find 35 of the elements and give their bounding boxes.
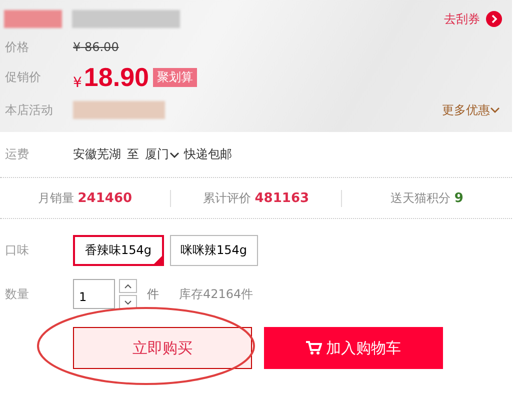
- shipping-method: 快递包邮: [184, 146, 232, 163]
- buy-now-button[interactable]: 立即购买: [73, 327, 252, 369]
- cart-icon: [306, 341, 322, 355]
- chevron-down-icon: [490, 106, 500, 114]
- chevron-down-icon: [169, 150, 180, 158]
- flavor-option[interactable]: 香辣味154g: [73, 234, 164, 266]
- field-label: 运费: [4, 146, 30, 163]
- to-text: 至: [127, 146, 139, 163]
- chevron-right-icon: [486, 11, 502, 27]
- unit-text: 件: [147, 286, 159, 302]
- chevron-down-icon: [124, 300, 132, 304]
- blurred-block: [4, 10, 62, 28]
- destination-dropdown[interactable]: 厦门: [145, 146, 180, 163]
- promo-price: 18.90: [84, 62, 149, 92]
- origin-text: 安徽芜湖: [73, 146, 121, 163]
- add-to-cart-button[interactable]: 加入购物车: [264, 327, 443, 369]
- field-label: 口味: [4, 242, 30, 258]
- original-price: ¥ 86.00: [73, 40, 119, 54]
- quantity-input[interactable]: 1: [73, 279, 115, 309]
- coupon-link[interactable]: 去刮券: [444, 10, 502, 28]
- promo-badge: 聚划算: [153, 68, 197, 86]
- chevron-up-icon: [124, 284, 132, 288]
- increment-button[interactable]: [119, 279, 137, 293]
- stat-text: 累计评价 481163: [170, 190, 341, 206]
- currency-symbol: ¥: [73, 75, 82, 93]
- field-label: 价格: [4, 38, 30, 56]
- decrement-button[interactable]: [119, 295, 137, 309]
- field-label: 本店活动: [4, 102, 54, 118]
- stock-text: 库存42164件: [179, 286, 254, 302]
- flavor-option[interactable]: 咪咪辣154g: [170, 234, 258, 266]
- field-label: 促销价: [4, 68, 42, 86]
- field-label: 数量: [4, 286, 30, 302]
- more-offers-link[interactable]: 更多优惠: [442, 102, 500, 118]
- stat-text: 送天猫积分 9: [341, 190, 512, 206]
- stat-text: 月销量 241460: [36, 190, 134, 206]
